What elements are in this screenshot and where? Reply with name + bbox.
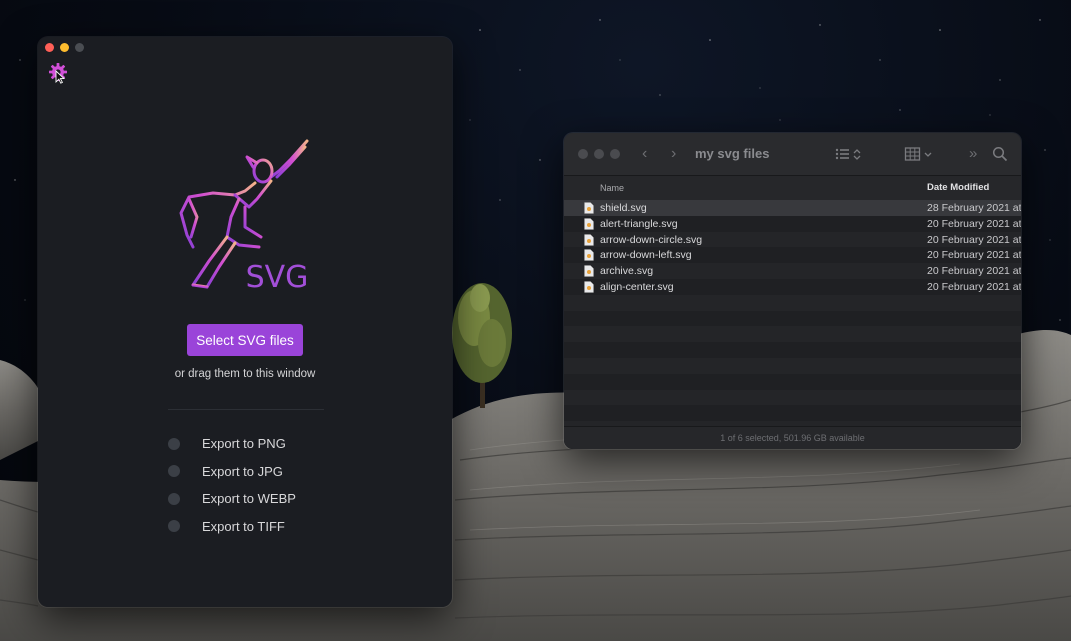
export-options-list: Export to PNG Export to JPG Export to WE… [168,430,296,540]
empty-row [564,310,1021,327]
name-column-header[interactable]: Name [600,183,624,193]
file-date: 20 February 2021 at 1 [927,233,1021,246]
superhero-svg-logo: SVG [179,139,309,295]
svg-export-app-window: SVG Select SVG files or drag them to thi… [38,37,452,607]
svg-file-icon [584,249,594,262]
radio-button[interactable] [168,492,180,505]
tree [452,283,512,408]
file-name: shield.svg [600,202,647,214]
empty-row [564,294,1021,311]
empty-row [564,389,1021,406]
empty-row [564,373,1021,390]
minimize-window-button[interactable] [60,43,69,52]
search-icon[interactable] [992,145,1008,163]
close-window-button[interactable] [578,149,588,159]
file-date: 20 February 2021 at 1 [927,280,1021,293]
file-date: 20 February 2021 at 1 [927,265,1021,278]
drag-hint-text: or drag them to this window [174,368,316,380]
export-option-label: Export to JPG [202,463,283,479]
zoom-window-button[interactable] [610,149,620,159]
file-list: shield.svg 28 February 2021 at 1 alert-t… [564,200,1021,449]
export-option-label: Export to PNG [202,436,286,452]
close-window-button[interactable] [45,43,54,52]
finder-window-controls [578,149,620,159]
finder-status-bar: 1 of 6 selected, 501.96 GB available [564,426,1021,449]
file-date: 20 February 2021 at 1 [927,217,1021,230]
finder-title: my svg files [695,146,770,161]
file-row[interactable]: arrow-down-left.svg 20 February 2021 at … [564,247,1021,264]
file-row[interactable]: shield.svg 28 February 2021 at 1 [564,200,1021,216]
file-row[interactable]: arrow-down-circle.svg 20 February 2021 a… [564,231,1021,248]
file-name: arrow-down-left.svg [600,249,692,262]
file-row[interactable]: archive.svg 20 February 2021 at 1 [564,263,1021,279]
select-svg-files-button[interactable]: Select SVG files [187,324,303,356]
window-controls [45,43,84,52]
file-name: alert-triangle.svg [600,217,678,230]
file-date: 20 February 2021 at 1 [927,249,1021,262]
file-name: align-center.svg [600,280,674,293]
empty-row [564,357,1021,374]
list-view-icon[interactable] [834,145,862,163]
export-option-label: Export to WEBP [202,491,296,507]
export-option-label: Export to TIFF [202,518,285,534]
file-row[interactable]: alert-triangle.svg 20 February 2021 at 1 [564,215,1021,232]
minimize-window-button[interactable] [594,149,604,159]
divider [168,409,324,410]
column-header: Name Date Modified [564,176,1021,201]
svg-file-icon [584,281,594,293]
export-tiff-option[interactable]: Export to TIFF [168,513,296,541]
file-name: archive.svg [600,265,654,278]
svg-file-icon [584,202,594,214]
file-name: arrow-down-circle.svg [600,233,703,246]
export-webp-option[interactable]: Export to WEBP [168,485,296,513]
forward-chevron-icon[interactable]: › [671,145,676,163]
radio-button[interactable] [168,437,180,450]
zoom-window-button[interactable] [75,43,84,52]
date-modified-column-header[interactable]: Date Modified [927,182,989,193]
empty-row [564,405,1021,422]
empty-row [564,342,1021,358]
more-toolbar-icon[interactable]: » [969,145,977,163]
svg-file-icon [584,218,594,230]
file-row[interactable]: align-center.svg 20 February 2021 at 1 [564,278,1021,295]
back-chevron-icon[interactable]: ‹ [642,145,647,163]
export-jpg-option[interactable]: Export to JPG [168,458,296,486]
file-date: 28 February 2021 at 1 [927,202,1021,214]
gear-icon[interactable] [48,62,68,82]
radio-button[interactable] [168,465,180,478]
radio-button[interactable] [168,520,180,533]
logo-svg-text: SVG [246,260,309,295]
svg-file-icon [584,265,594,277]
group-grid-icon[interactable] [904,145,934,163]
export-png-option[interactable]: Export to PNG [168,430,296,458]
empty-row [564,326,1021,343]
finder-toolbar: ‹ › my svg files » [564,133,1021,176]
finder-window: ‹ › my svg files » Name Date Modified sh… [564,133,1021,449]
svg-file-icon [584,233,594,246]
